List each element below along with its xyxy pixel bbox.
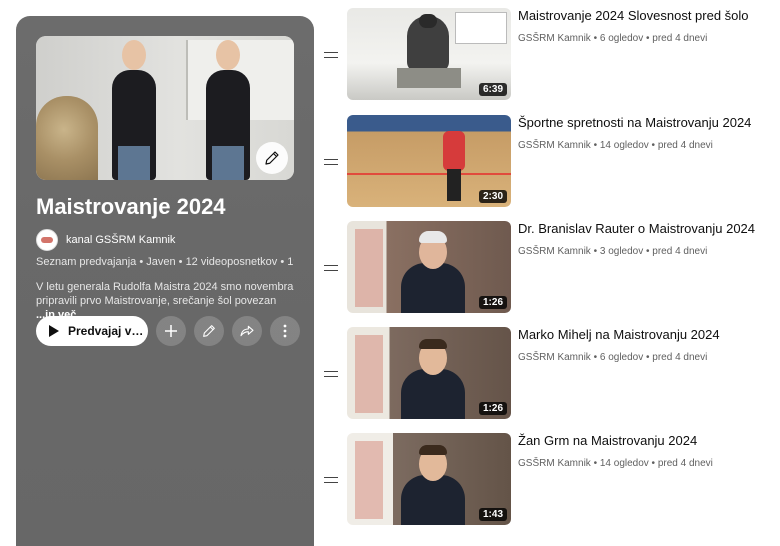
video-title[interactable]: Maistrovanje 2024 Slovesnost pred šolo — [518, 8, 749, 23]
play-all-label: Predvajaj v… — [68, 324, 144, 338]
playlist-video-item[interactable]: 1:26 Marko Mihelj na Maistrovanju 2024 G… — [320, 327, 780, 423]
playlist-video-item[interactable]: 1:43 Žan Grm na Maistrovanju 2024 GSŠRM … — [320, 433, 780, 529]
more-vert-icon — [283, 324, 287, 338]
video-duration: 2:30 — [478, 190, 507, 203]
video-title[interactable]: Žan Grm na Maistrovanju 2024 — [518, 433, 697, 448]
video-thumbnail[interactable]: 1:26 — [347, 221, 511, 313]
pencil-icon — [265, 151, 279, 165]
drag-handle-icon[interactable] — [324, 52, 338, 60]
video-title[interactable]: Dr. Branislav Rauter o Maistrovanju 2024 — [518, 221, 755, 236]
play-all-button[interactable]: Predvajaj v… — [36, 316, 148, 346]
playlist-actions: Predvajaj v… — [36, 316, 300, 346]
video-thumbnail[interactable]: 1:26 — [347, 327, 511, 419]
video-meta: GSŠRM Kamnik • 14 ogledov • pred 4 dnevi — [518, 458, 713, 469]
drag-handle-icon[interactable] — [324, 265, 338, 273]
pencil-icon — [203, 325, 215, 337]
plus-icon — [165, 325, 177, 337]
add-videos-button[interactable] — [156, 316, 186, 346]
video-meta: GSŠRM Kamnik • 14 ogledov • pred 4 dnevi — [518, 140, 713, 151]
play-icon — [49, 325, 59, 337]
playlist-cover-image[interactable] — [36, 36, 294, 180]
playlist-video-item[interactable]: 1:26 Dr. Branislav Rauter o Maistrovanju… — [320, 221, 780, 317]
share-playlist-button[interactable] — [232, 316, 262, 346]
edit-cover-button[interactable] — [256, 142, 288, 174]
video-duration: 1:43 — [478, 508, 507, 521]
cover-person-left — [112, 36, 156, 180]
video-title[interactable]: Športne spretnosti na Maistrovanju 2024 — [518, 115, 751, 130]
channel-name[interactable]: kanal GSŠRM Kamnik — [66, 234, 175, 246]
drag-handle-icon[interactable] — [324, 159, 338, 167]
playlist-video-item[interactable]: 2:30 Športne spretnosti na Maistrovanju … — [320, 115, 780, 211]
cover-foreground-head — [36, 96, 98, 180]
video-thumbnail[interactable]: 6:39 — [347, 8, 511, 100]
drag-handle-icon[interactable] — [324, 477, 338, 485]
more-options-button[interactable] — [270, 316, 300, 346]
edit-playlist-button[interactable] — [194, 316, 224, 346]
video-duration: 1:26 — [478, 296, 507, 309]
video-duration: 6:39 — [478, 83, 507, 96]
playlist-video-item[interactable]: 6:39 Maistrovanje 2024 Slovesnost pred š… — [320, 8, 780, 104]
description-text: V letu generala Rudolfa Maistra 2024 smo… — [36, 281, 294, 307]
playlist-header-panel: Maistrovanje 2024 kanal GSŠRM Kamnik Sez… — [16, 16, 314, 546]
video-meta: GSŠRM Kamnik • 6 ogledov • pred 4 dnevi — [518, 33, 708, 44]
cover-person-right — [206, 36, 250, 180]
share-icon — [240, 325, 254, 337]
playlist-meta: Seznam predvajanja • Javen • 12 videopos… — [36, 256, 294, 268]
drag-handle-icon[interactable] — [324, 371, 338, 379]
video-thumbnail[interactable]: 2:30 — [347, 115, 511, 207]
playlist-title: Maistrovanje 2024 — [36, 194, 226, 219]
video-meta: GSŠRM Kamnik • 6 ogledov • pred 4 dnevi — [518, 352, 708, 363]
video-title[interactable]: Marko Mihelj na Maistrovanju 2024 — [518, 327, 720, 342]
channel-avatar[interactable] — [36, 229, 58, 251]
video-thumbnail[interactable]: 1:43 — [347, 433, 511, 525]
video-duration: 1:26 — [478, 402, 507, 415]
playlist-owner[interactable]: kanal GSŠRM Kamnik — [36, 229, 175, 251]
video-meta: GSŠRM Kamnik • 3 ogledov • pred 4 dnevi — [518, 246, 708, 257]
